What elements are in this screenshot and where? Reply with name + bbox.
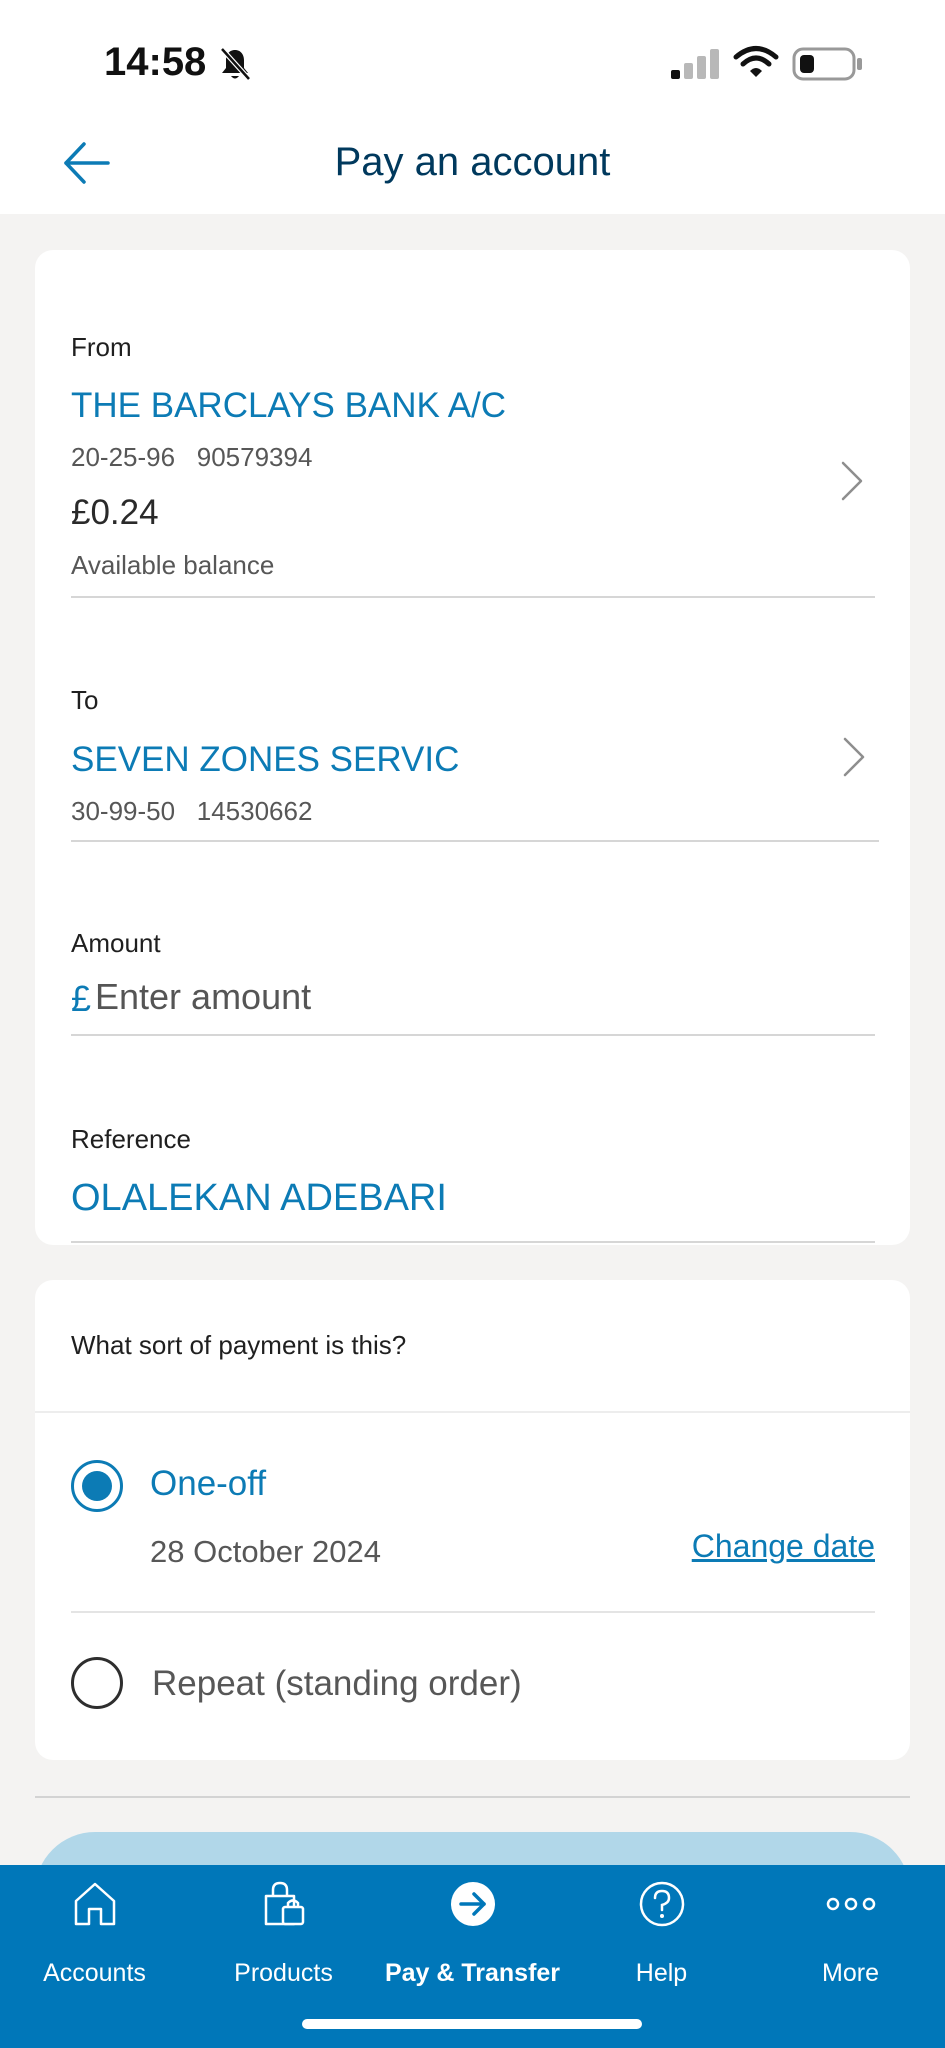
to-label: To: [71, 685, 99, 715]
tab-label: Pay & Transfer: [384, 1959, 561, 1987]
reference-input[interactable]: [71, 1170, 875, 1226]
shopping-bag-icon: [264, 1881, 304, 1926]
tab-label: Products: [234, 1959, 333, 1987]
to-payee-name: SEVEN ZONES SERVIC: [71, 740, 460, 779]
home-indicator: [302, 2019, 642, 2029]
question-circle-icon: [639, 1881, 684, 1927]
tab-label: More: [822, 1959, 879, 1987]
divider: [71, 840, 879, 842]
tab-products[interactable]: Products: [189, 1865, 378, 2015]
status-bar: 14:58: [0, 0, 945, 110]
tab-help[interactable]: Help: [567, 1865, 756, 2015]
repeat-radio[interactable]: [71, 1657, 123, 1709]
tab-more[interactable]: More: [756, 1865, 945, 2015]
from-account-number: 90579394: [196, 442, 313, 472]
status-time: 14:58: [104, 40, 207, 84]
tab-label: Accounts: [43, 1959, 146, 1987]
one-off-radio[interactable]: [71, 1460, 123, 1512]
to-account-number: 14530662: [196, 796, 313, 826]
to-payee-selector[interactable]: To SEVEN ZONES SERVIC 30-99-50 14530662: [35, 600, 910, 840]
more-dots-icon: [826, 1897, 875, 1911]
divider: [35, 1411, 910, 1413]
from-balance: £0.24: [71, 493, 159, 532]
amount-label: Amount: [71, 928, 161, 958]
to-sort-code: 30-99-50: [71, 796, 176, 826]
bell-muted-icon: [220, 47, 251, 81]
payment-date: 28 October 2024: [150, 1534, 381, 1569]
amount-input[interactable]: [95, 972, 875, 1022]
divider: [71, 1034, 875, 1036]
from-account-selector[interactable]: From THE BARCLAYS BANK A/C 20-25-96 9057…: [35, 250, 910, 600]
chevron-right-icon: [841, 461, 863, 501]
divider: [71, 1241, 875, 1243]
payment-details-card: From THE BARCLAYS BANK A/C 20-25-96 9057…: [35, 250, 910, 1245]
from-balance-label: Available balance: [71, 550, 275, 580]
currency-symbol: £: [71, 978, 92, 1019]
payment-type-card: What sort of payment is this? One-off 28…: [35, 1280, 910, 1760]
divider: [71, 1611, 875, 1613]
from-label: From: [71, 332, 132, 362]
chevron-right-icon: [843, 737, 865, 777]
home-icon: [74, 1882, 115, 1926]
to-account-details: 30-99-50 14530662: [71, 796, 312, 827]
wifi-icon: [733, 46, 779, 77]
one-off-label[interactable]: One-off: [150, 1464, 266, 1504]
battery-icon: [792, 47, 862, 81]
arrow-circle-icon: [450, 1882, 495, 1926]
divider: [71, 596, 875, 598]
tab-pay-transfer[interactable]: Pay & Transfer: [378, 1865, 567, 2015]
from-account-details: 20-25-96 90579394: [71, 442, 312, 473]
tab-accounts[interactable]: Accounts: [0, 1865, 189, 2015]
reference-label: Reference: [71, 1124, 191, 1154]
signal-icon: [671, 49, 719, 79]
from-sort-code: 20-25-96: [71, 442, 176, 472]
bottom-tab-bar: Accounts Products Pay & Transfer Help Mo…: [0, 1865, 945, 2048]
tab-label: Help: [635, 1959, 688, 1987]
payment-type-question: What sort of payment is this?: [71, 1330, 407, 1360]
app-header: Pay an account: [0, 110, 945, 214]
divider: [35, 1796, 910, 1798]
change-date-link[interactable]: Change date: [692, 1528, 875, 1565]
from-account-name: THE BARCLAYS BANK A/C: [71, 386, 507, 425]
page-title: Pay an account: [334, 140, 611, 184]
repeat-label[interactable]: Repeat (standing order): [152, 1664, 522, 1704]
